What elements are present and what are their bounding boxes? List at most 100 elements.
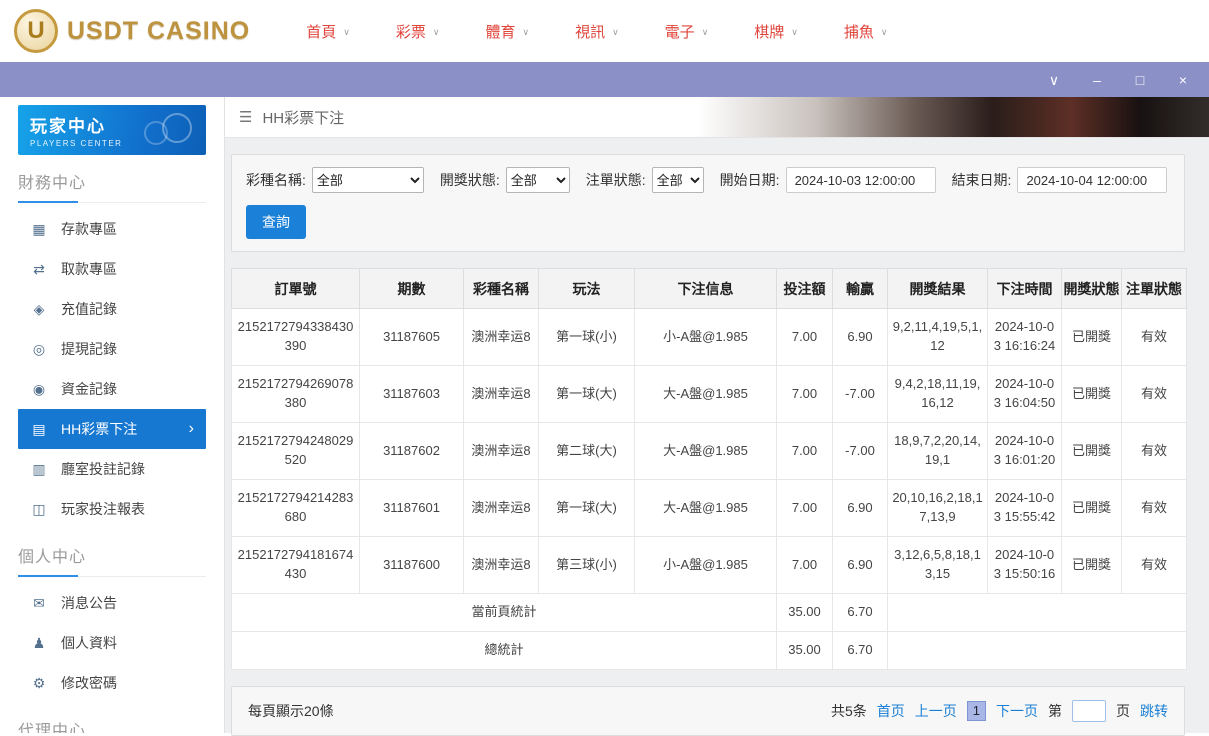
order-status-select[interactable]: 全部 bbox=[652, 167, 704, 193]
sidebar-item-profile[interactable]: ♟ 個人資料 bbox=[18, 623, 206, 663]
col-lottery-name: 彩種名稱 bbox=[464, 269, 539, 309]
bell-icon: ✉ bbox=[30, 595, 48, 612]
cell-period: 31187602 bbox=[360, 423, 464, 480]
nav-label: 棋牌 bbox=[754, 21, 784, 42]
cell-lottery: 澳洲幸运8 bbox=[464, 423, 539, 480]
page-prefix: 第 bbox=[1048, 701, 1062, 721]
sidebar-item-cashout-records[interactable]: ◎ 提現記錄 bbox=[18, 329, 206, 369]
cell-amount: 7.00 bbox=[777, 366, 833, 423]
sidebar-item-change-password[interactable]: ⚙ 修改密碼 bbox=[18, 663, 206, 703]
nav-label: 首頁 bbox=[306, 21, 336, 42]
sidebar-item-label: 存款專區 bbox=[61, 219, 117, 239]
end-date-input[interactable] bbox=[1017, 167, 1167, 193]
summary-winloss-total: 6.70 bbox=[833, 594, 888, 632]
window-titlebar: ∨ – □ × bbox=[0, 62, 1209, 97]
sidebar-item-recharge-records[interactable]: ◈ 充值記錄 bbox=[18, 289, 206, 329]
cell-period: 31187605 bbox=[360, 309, 464, 366]
menu-icon[interactable]: ☰ bbox=[239, 108, 252, 126]
top-header: U USDT CASINO 首頁 ∨ 彩票 ∨ 體育 ∨ 視訊 ∨ 電子 ∨ 棋… bbox=[0, 0, 1209, 62]
table-row: 215217279426907838031187603澳洲幸运8第一球(大)大-… bbox=[232, 366, 1187, 423]
main-nav: 首頁 ∨ 彩票 ∨ 體育 ∨ 視訊 ∨ 電子 ∨ 棋牌 ∨ 捕魚 ∨ bbox=[306, 21, 887, 42]
sidebar-item-announcements[interactable]: ✉ 消息公告 bbox=[18, 583, 206, 623]
section-title-personal: 個人中心 bbox=[18, 543, 206, 577]
cell-order-no: 2152172794338430390 bbox=[232, 309, 360, 366]
transfer-icon: ⇄ bbox=[30, 261, 48, 278]
cell-lottery: 澳洲幸运8 bbox=[464, 309, 539, 366]
nav-item-lottery[interactable]: 彩票 ∨ bbox=[396, 21, 440, 42]
sidebar: 玩家中心 PLAYERS CENTER 財務中心 ▦ 存款專區 ⇄ 取款專區 ◈… bbox=[0, 97, 225, 733]
filter-panel: 彩種名稱: 全部 開獎狀態: 全部 注單狀態: 全部 開始日期: 結束日期: bbox=[231, 154, 1185, 252]
sidebar-item-label: 消息公告 bbox=[61, 593, 117, 613]
prev-page-link[interactable]: 上一页 bbox=[915, 701, 957, 721]
content: 彩種名稱: 全部 開獎狀態: 全部 注單狀態: 全部 開始日期: 結束日期: bbox=[225, 138, 1209, 736]
sidebar-item-label: 廳室投註記錄 bbox=[61, 459, 145, 479]
sidebar-item-funds-records[interactable]: ◉ 資金記錄 bbox=[18, 369, 206, 409]
cell-time: 2024-10-03 16:04:50 bbox=[988, 366, 1062, 423]
sidebar-item-deposit[interactable]: ▦ 存款專區 bbox=[18, 209, 206, 249]
cell-period: 31187603 bbox=[360, 366, 464, 423]
cell-bet-info: 大-A盤@1.985 bbox=[635, 423, 777, 480]
cell-play: 第一球(大) bbox=[539, 366, 635, 423]
gear-icon: ⚙ bbox=[30, 675, 48, 692]
draw-status-select[interactable]: 全部 bbox=[506, 167, 570, 193]
cashout-icon: ◎ bbox=[30, 341, 48, 358]
nav-item-card-games[interactable]: 棋牌 ∨ bbox=[754, 21, 798, 42]
cell-time: 2024-10-03 16:16:24 bbox=[988, 309, 1062, 366]
user-icon: ♟ bbox=[30, 635, 48, 652]
query-button[interactable]: 查詢 bbox=[246, 205, 306, 239]
sidebar-item-player-bet-report[interactable]: ◫ 玩家投注報表 bbox=[18, 489, 206, 529]
cell-time: 2024-10-03 15:55:42 bbox=[988, 480, 1062, 537]
window-minimize-icon[interactable]: – bbox=[1089, 73, 1105, 87]
summary-empty bbox=[888, 632, 1187, 670]
table-row: 215217279424802952031187602澳洲幸运8第二球(大)大-… bbox=[232, 423, 1187, 480]
nav-label: 捕魚 bbox=[844, 21, 874, 42]
filter-row: 彩種名稱: 全部 開獎狀態: 全部 注單狀態: 全部 開始日期: 結束日期: bbox=[246, 167, 1170, 193]
cell-order-no: 2152172794214283680 bbox=[232, 480, 360, 537]
cell-lottery: 澳洲幸运8 bbox=[464, 480, 539, 537]
start-date-input[interactable] bbox=[786, 167, 936, 193]
cell-order-status: 有效 bbox=[1122, 423, 1187, 480]
cell-bet-info: 大-A盤@1.985 bbox=[635, 366, 777, 423]
cell-order-no: 2152172794248029520 bbox=[232, 423, 360, 480]
sidebar-item-withdraw[interactable]: ⇄ 取款專區 bbox=[18, 249, 206, 289]
grand-total-summary-row: 總統計 35.00 6.70 bbox=[232, 632, 1187, 670]
hall-records-icon: ▥ bbox=[30, 461, 48, 478]
chevron-down-icon: ∨ bbox=[522, 25, 529, 38]
jump-link[interactable]: 跳转 bbox=[1140, 701, 1168, 721]
next-page-link[interactable]: 下一页 bbox=[996, 701, 1038, 721]
col-bet-amount: 投注額 bbox=[777, 269, 833, 309]
window-close-icon[interactable]: × bbox=[1175, 73, 1191, 87]
col-bet-info: 下注信息 bbox=[635, 269, 777, 309]
nav-item-slots[interactable]: 電子 ∨ bbox=[665, 21, 709, 42]
first-page-link[interactable]: 首页 bbox=[877, 701, 905, 721]
sidebar-item-label: 資金記錄 bbox=[61, 379, 117, 399]
col-order-no: 訂單號 bbox=[232, 269, 360, 309]
total-count: 共5条 bbox=[831, 701, 867, 721]
sidebar-item-hh-lottery-bets[interactable]: ▤ HH彩票下注 › bbox=[18, 409, 206, 449]
table-row: 215217279433843039031187605澳洲幸运8第一球(小)小-… bbox=[232, 309, 1187, 366]
cell-order-no: 2152172794181674430 bbox=[232, 537, 360, 594]
cell-bet-info: 小-A盤@1.985 bbox=[635, 537, 777, 594]
page-number-input[interactable] bbox=[1072, 700, 1106, 722]
nav-item-fishing[interactable]: 捕魚 ∨ bbox=[844, 21, 888, 42]
cell-order-status: 有效 bbox=[1122, 537, 1187, 594]
chevron-down-icon: ∨ bbox=[343, 25, 350, 38]
window-rollup-icon[interactable]: ∨ bbox=[1046, 73, 1062, 87]
nav-item-live-video[interactable]: 視訊 ∨ bbox=[575, 21, 619, 42]
col-draw-result: 開獎結果 bbox=[888, 269, 988, 309]
app-frame: 玩家中心 PLAYERS CENTER 財務中心 ▦ 存款專區 ⇄ 取款專區 ◈… bbox=[0, 97, 1209, 733]
sidebar-item-hall-bet-records[interactable]: ▥ 廳室投註記錄 bbox=[18, 449, 206, 489]
col-period: 期數 bbox=[360, 269, 464, 309]
finance-menu: ▦ 存款專區 ⇄ 取款專區 ◈ 充值記錄 ◎ 提現記錄 ◉ 資金記錄 ▤ HH彩… bbox=[0, 209, 224, 529]
chevron-down-icon: ∨ bbox=[791, 25, 798, 38]
cell-winloss: 6.90 bbox=[833, 537, 888, 594]
window-maximize-icon[interactable]: □ bbox=[1132, 73, 1148, 87]
nav-item-sports[interactable]: 體育 ∨ bbox=[485, 21, 529, 42]
cell-amount: 7.00 bbox=[777, 480, 833, 537]
lottery-name-select[interactable]: 全部 bbox=[312, 167, 424, 193]
current-page-summary-row: 當前頁統計 35.00 6.70 bbox=[232, 594, 1187, 632]
col-bet-time: 下注時間 bbox=[988, 269, 1062, 309]
sidebar-item-label: 提現記錄 bbox=[61, 339, 117, 359]
sidebar-item-label: 充值記錄 bbox=[61, 299, 117, 319]
nav-item-home[interactable]: 首頁 ∨ bbox=[306, 21, 350, 42]
